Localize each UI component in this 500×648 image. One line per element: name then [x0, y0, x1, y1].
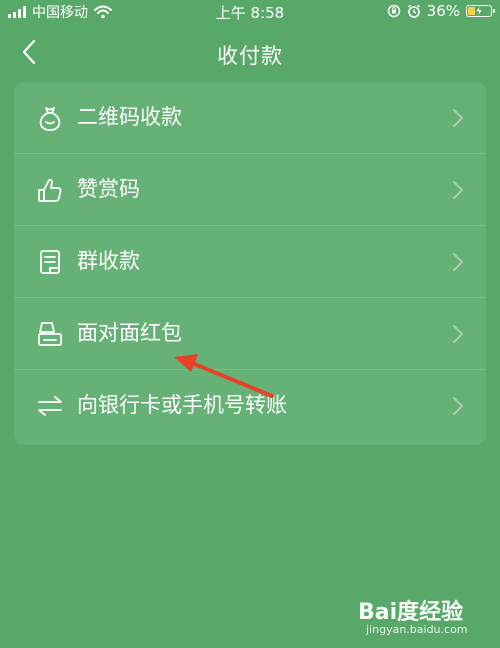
chevron-right-icon	[453, 397, 464, 415]
menu-item-transfer-to-bank-or-phone[interactable]: 向银行卡或手机号转账	[14, 370, 486, 442]
watermark-url: jingyan.baidu.com	[366, 623, 468, 636]
chevron-right-icon	[453, 325, 464, 343]
menu-item-label: 群收款	[77, 249, 140, 273]
menu-item-label: 二维码收款	[77, 105, 182, 129]
menu-item-reward-code[interactable]: 赞赏码	[14, 154, 486, 226]
menu-item-group-receive[interactable]: 群收款	[14, 226, 486, 298]
status-right: 36%	[387, 2, 495, 20]
menu-item-face-to-face-red-packet[interactable]: 面对面红包	[14, 298, 486, 370]
chevron-right-icon	[453, 109, 464, 127]
status-bar: 中国移动 上午 8:58 36%	[0, 0, 500, 24]
menu-card: 二维码收款 赞赏码 群收款 面对面红包 向银行卡或手机号转账	[14, 82, 486, 445]
alarm-icon	[407, 4, 420, 18]
money-bag-icon	[39, 107, 61, 131]
transfer-arrows-icon	[38, 396, 62, 416]
menu-item-label: 赞赏码	[77, 177, 140, 201]
menu-item-label: 向银行卡或手机号转账	[77, 393, 287, 417]
menu-item-qr-receive[interactable]: 二维码收款	[14, 82, 486, 154]
orientation-lock-icon	[387, 4, 400, 18]
watermark-logo: Bai度经验	[358, 600, 464, 625]
nav-bar: 收付款	[0, 30, 500, 74]
red-packet-icon	[38, 322, 62, 346]
chevron-right-icon	[453, 181, 464, 199]
battery-charging-icon	[466, 5, 495, 17]
battery-percent: 36%	[426, 2, 460, 20]
group-receipt-icon	[40, 250, 60, 274]
menu-item-label: 面对面红包	[77, 321, 182, 345]
chevron-right-icon	[453, 253, 464, 271]
thumbs-up-icon	[38, 178, 62, 202]
page-title: 收付款	[217, 44, 283, 68]
baidu-watermark: Bai度经验 jingyan.baidu.com	[358, 594, 478, 642]
